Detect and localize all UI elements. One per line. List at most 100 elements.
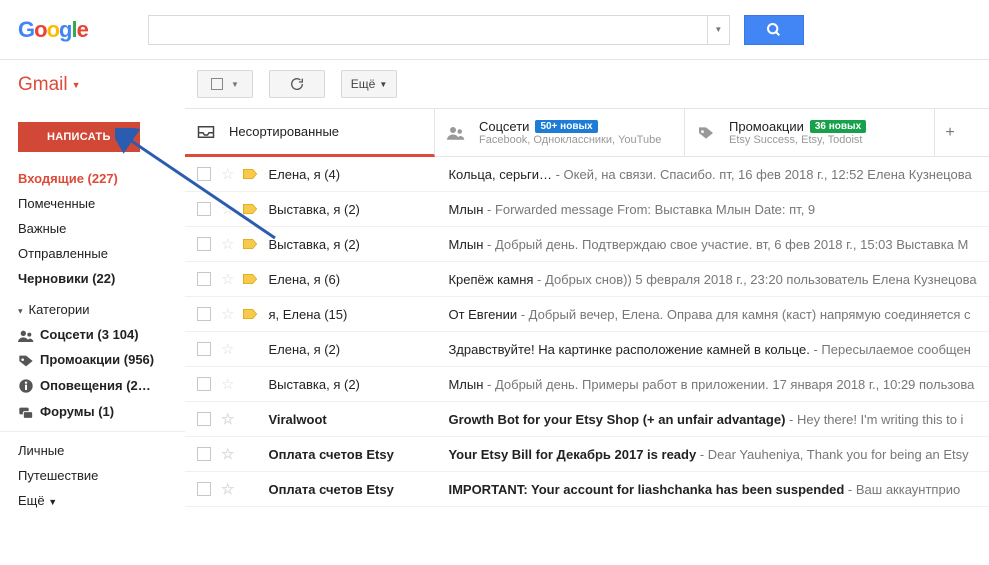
row-checkbox[interactable] [197, 272, 211, 286]
mail-row[interactable]: ☆ ViralwootGrowth Bot for your Etsy Shop … [185, 402, 989, 437]
mail-subject: Кольца, серьги… - Окей, на связи. Спасиб… [448, 167, 989, 182]
star-icon[interactable]: ☆ [221, 375, 234, 393]
row-checkbox[interactable] [197, 167, 211, 181]
header: Google ▼ [0, 0, 989, 60]
tab-subtitle: Etsy Success, Etsy, Todoist [729, 134, 866, 146]
inbox-icon [197, 125, 217, 139]
row-checkbox[interactable] [197, 377, 211, 391]
label-icon [242, 308, 258, 320]
mail-from: Елена, я (4) [268, 167, 448, 182]
tag-icon [18, 354, 34, 368]
mail-from: Выставка, я (2) [268, 202, 448, 217]
search-button[interactable] [744, 15, 804, 45]
sidebar-sent[interactable]: Отправленные [0, 241, 185, 266]
star-icon[interactable]: ☆ [221, 305, 234, 323]
mail-row[interactable]: ☆ Елена, я (4)Кольца, серьги… - Окей, на … [185, 157, 989, 192]
sidebar-promotions[interactable]: Промоакции (956) [0, 347, 185, 373]
tab-promotions[interactable]: Промоакции36 новых Etsy Success, Etsy, T… [685, 109, 935, 156]
mail-row[interactable]: ☆Выставка, я (2)Млын - Добрый день. Прим… [185, 367, 989, 402]
forum-icon [18, 406, 34, 420]
mail-subject: IMPORTANT: Your account for liashchanka … [448, 482, 989, 497]
star-icon[interactable]: ☆ [221, 270, 234, 288]
mail-subject: Growth Bot for your Etsy Shop (+ an unfa… [448, 412, 989, 427]
row-checkbox[interactable] [197, 307, 211, 321]
mail-from: Оплата счетов Etsy [268, 482, 448, 497]
sidebar-starred[interactable]: Помеченные [0, 191, 185, 216]
sidebar-more[interactable]: Ещё ▼ [0, 488, 185, 513]
star-icon[interactable]: ☆ [221, 445, 234, 463]
star-icon[interactable]: ☆ [221, 480, 234, 498]
mail-row[interactable]: ☆Елена, я (2)Здравствуйте! На картинке р… [185, 332, 989, 367]
info-icon [18, 378, 34, 394]
mail-subject: Крепёж камня - Добрых снов)) 5 февраля 2… [448, 272, 989, 287]
mail-subject: Млын - Добрый день. Подтверждаю свое уча… [448, 237, 989, 252]
label-icon [242, 238, 258, 250]
search-input[interactable] [148, 15, 708, 45]
mail-from: Оплата счетов Etsy [268, 447, 448, 462]
mail-row[interactable]: ☆ Оплата счетов EtsyYour Etsy Bill for Де… [185, 437, 989, 472]
mail-list: ☆ Елена, я (4)Кольца, серьги… - Окей, на … [185, 157, 989, 507]
mail-from: Viralwoot [268, 412, 448, 427]
more-button[interactable]: Ещё▼ [341, 70, 397, 98]
select-all-button[interactable]: ▼ [197, 70, 253, 98]
sidebar-updates[interactable]: Оповещения (2… [0, 373, 185, 400]
tab-label: Несортированные [229, 124, 339, 139]
sidebar-drafts[interactable]: Черновики (22) [0, 266, 185, 291]
mail-from: Выставка, я (2) [268, 237, 448, 252]
tab-label: Промоакции36 новых [729, 119, 866, 134]
sidebar-categories-header[interactable]: Категории [0, 297, 185, 322]
mail-subject: Your Etsy Bill for Декабрь 2017 is ready… [448, 447, 989, 462]
search-bar: ▼ [148, 15, 804, 45]
gmail-label[interactable]: Gmail▼ [0, 72, 185, 102]
label-icon [242, 273, 258, 285]
mail-from: я, Елена (15) [268, 307, 448, 322]
add-tab-button[interactable]: + [935, 109, 965, 156]
mail-subject: Здравствуйте! На картинке расположение к… [448, 342, 989, 357]
star-icon[interactable]: ☆ [221, 235, 234, 253]
star-icon[interactable]: ☆ [221, 340, 234, 358]
star-icon[interactable]: ☆ [221, 410, 234, 428]
toolbar: ▼ Ещё▼ [185, 60, 989, 108]
row-checkbox[interactable] [197, 342, 211, 356]
people-icon [18, 330, 34, 342]
row-checkbox[interactable] [197, 237, 211, 251]
sidebar-forums[interactable]: Форумы (1) [0, 399, 185, 425]
mail-subject: Млын - Добрый день. Примеры работ в прил… [448, 377, 989, 392]
tab-social[interactable]: Соцсети50+ новых Facebook, Одноклассники… [435, 109, 685, 156]
tag-icon [697, 126, 717, 140]
badge: 50+ новых [535, 120, 597, 133]
mail-row[interactable]: ☆Елена, я (6)Крепёж камня - Добрых снов)… [185, 262, 989, 297]
chevron-down-icon: ▼ [48, 497, 57, 507]
google-logo[interactable]: Google [18, 17, 88, 43]
row-checkbox[interactable] [197, 482, 211, 496]
sidebar-important[interactable]: Важные [0, 216, 185, 241]
row-checkbox[interactable] [197, 447, 211, 461]
caret-down-icon: ▼ [72, 80, 81, 90]
sidebar-inbox[interactable]: Входящие (227) [0, 166, 185, 191]
refresh-icon [289, 76, 305, 92]
sidebar-travel[interactable]: Путешествие [0, 463, 185, 488]
search-options-dropdown[interactable]: ▼ [708, 15, 730, 45]
mail-subject: Млын - Forwarded message From: Выставка … [448, 202, 989, 217]
compose-button[interactable]: НАПИСАТЬ [18, 122, 140, 152]
mail-row[interactable]: ☆я, Елена (15)От Евгении - Добрый вечер,… [185, 297, 989, 332]
row-checkbox[interactable] [197, 412, 211, 426]
mail-row[interactable]: ☆ Оплата счетов EtsyIMPORTANT: Your accou… [185, 472, 989, 507]
badge: 36 новых [810, 120, 866, 133]
mail-row[interactable]: ☆ Выставка, я (2)Млын - Добрый день. Подт… [185, 227, 989, 262]
row-checkbox[interactable] [197, 202, 211, 216]
category-tabs: Несортированные Соцсети50+ новых Faceboo… [185, 108, 989, 157]
label-icon [242, 203, 258, 215]
tab-primary[interactable]: Несортированные [185, 109, 435, 157]
divider [0, 431, 185, 432]
label-icon [242, 168, 258, 180]
tab-subtitle: Facebook, Одноклассники, YouTube [479, 134, 661, 146]
star-icon[interactable]: ☆ [221, 200, 234, 218]
checkbox-icon [211, 78, 223, 90]
mail-row[interactable]: ☆ Выставка, я (2)Млын - Forwarded message… [185, 192, 989, 227]
sidebar-personal[interactable]: Личные [0, 438, 185, 463]
refresh-button[interactable] [269, 70, 325, 98]
sidebar-social[interactable]: Соцсети (3 104) [0, 322, 185, 347]
main: ▼ Ещё▼ Несортированные Соцсети50+ новых … [185, 60, 989, 513]
star-icon[interactable]: ☆ [221, 165, 234, 183]
